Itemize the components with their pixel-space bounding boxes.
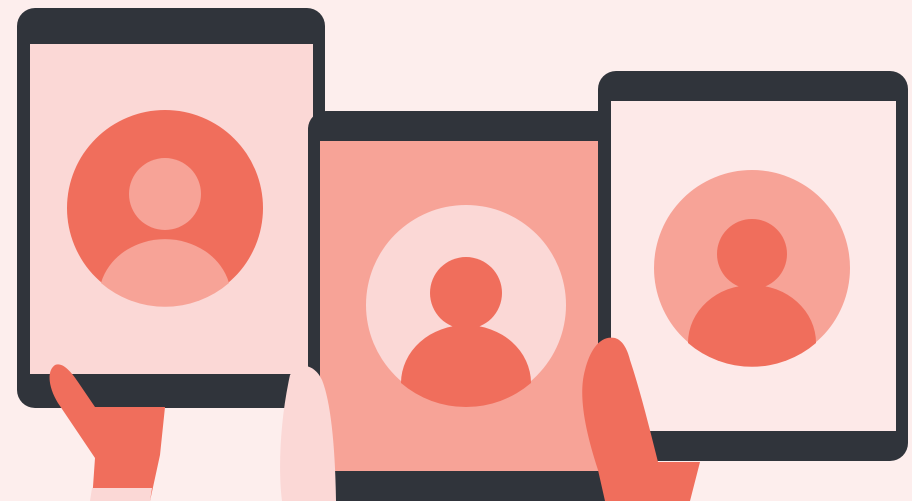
user-avatar-icon — [67, 110, 263, 307]
user-avatar-icon — [654, 170, 850, 367]
illustration-scene — [0, 0, 912, 501]
left-tablet — [17, 8, 325, 408]
tablets-illustration — [17, 8, 908, 501]
right-tablet — [598, 71, 908, 461]
center-tablet — [308, 111, 630, 501]
